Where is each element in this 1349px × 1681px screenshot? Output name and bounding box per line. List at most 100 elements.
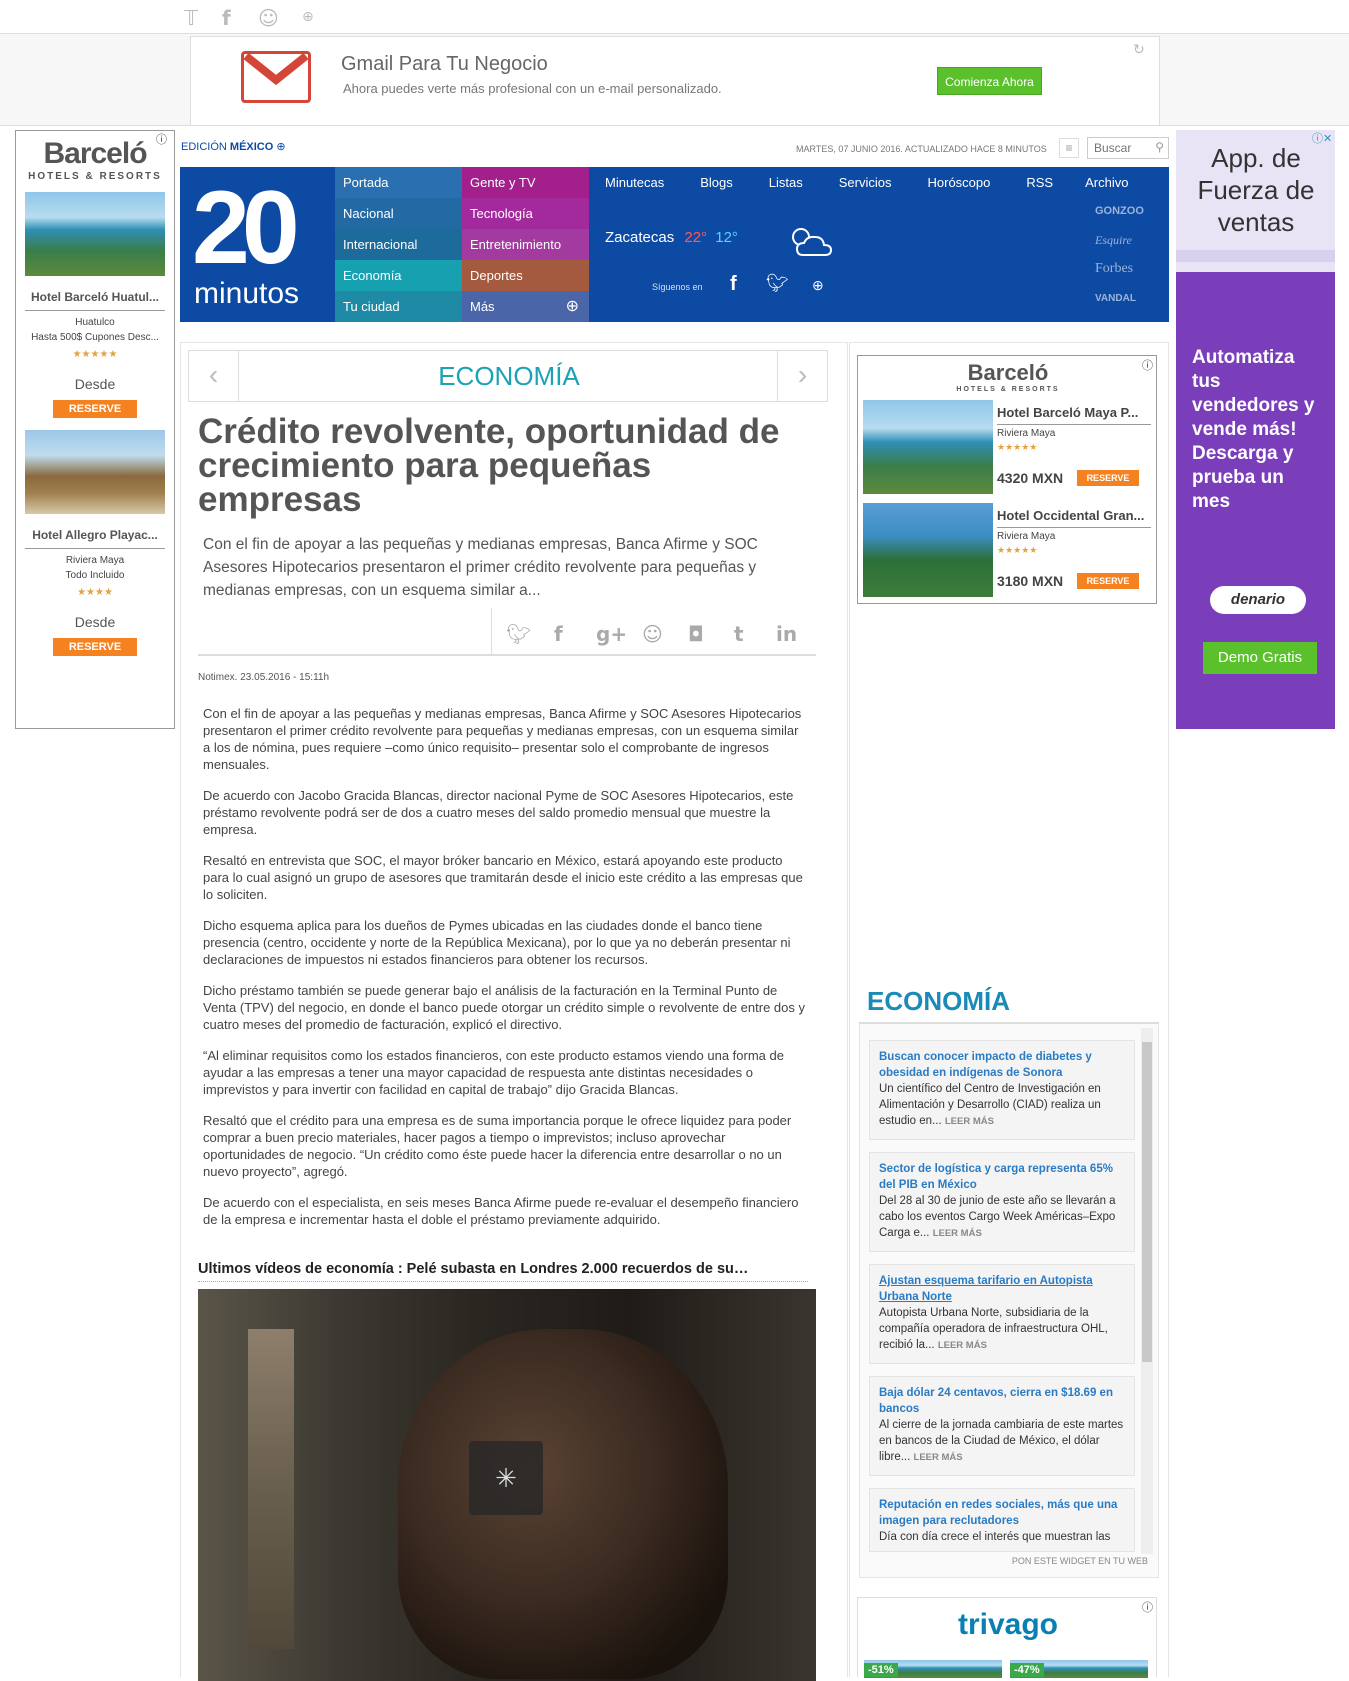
nav-horoscopo[interactable]: Horóscopo	[910, 167, 1009, 198]
right-denario-ad[interactable]: ⓘ✕ App. de Fuerza de ventas Automatiza t…	[1176, 130, 1335, 729]
hotel-photo[interactable]	[25, 430, 165, 514]
nav-column-2: Gente y TV Tecnología Entretenimiento De…	[462, 167, 589, 322]
pocket-share-icon[interactable]: ◘	[688, 622, 704, 646]
news-title[interactable]: Reputación en redes sociales, más que un…	[879, 1497, 1125, 1529]
hotel-photo[interactable]	[25, 192, 165, 276]
hotel-name[interactable]: Hotel Barceló Huatul...	[16, 290, 174, 304]
reserve-button[interactable]: RESERVE	[53, 638, 137, 656]
hotel-photo[interactable]	[863, 503, 993, 597]
demo-button[interactable]: Demo Gratis	[1203, 642, 1317, 674]
edition-selector[interactable]: EDICIÓN MÉXICO ⊕	[181, 140, 286, 153]
partner-forbes[interactable]: Forbes	[1095, 261, 1133, 277]
nav-item-portada[interactable]: Portada	[335, 167, 462, 198]
nav-item-entretenimiento[interactable]: Entretenimiento	[462, 229, 589, 260]
scrollbar-thumb[interactable]	[1142, 1042, 1152, 1362]
barcelo-logo: Barceló	[967, 360, 1049, 385]
search-icon[interactable]: ⚲	[1155, 140, 1164, 154]
nav-item-gente-tv[interactable]: Gente y TV	[462, 167, 589, 198]
nav-archivo[interactable]: Archivo	[1071, 167, 1142, 198]
news-item[interactable]: Buscan conocer impacto de diabetes y obe…	[869, 1040, 1135, 1140]
facebook-icon[interactable]: f	[222, 6, 231, 30]
article-byline: Notimex. 23.05.2016 - 15:11h	[198, 672, 330, 683]
nav-minutecas[interactable]: Minutecas	[589, 167, 682, 198]
plus-icon[interactable]: ⊕	[302, 9, 314, 25]
news-desc: Del 28 al 30 de junio de este año se lle…	[879, 1195, 1116, 1239]
widget-scrollbar[interactable]	[1141, 1028, 1153, 1554]
left-barcelo-ad[interactable]: ⓘ Barceló HOTELS & RESORTS Hotel Barceló…	[15, 130, 175, 729]
nav-listas[interactable]: Listas	[751, 167, 821, 198]
video-player[interactable]: ✳	[198, 1289, 816, 1681]
deal-photo[interactable]: -51%	[864, 1660, 1002, 1678]
prev-arrow-icon[interactable]: ‹	[189, 351, 239, 401]
refresh-icon[interactable]: ↻	[1133, 41, 1145, 58]
news-title[interactable]: Buscan conocer impacto de diabetes y obe…	[879, 1049, 1125, 1081]
trivago-ad[interactable]: ⓘ trivago -51% -47%	[857, 1597, 1157, 1678]
googleplus-share-icon[interactable]: g+	[596, 622, 627, 646]
news-item[interactable]: Reputación en redes sociales, más que un…	[869, 1488, 1135, 1552]
news-title[interactable]: Baja dólar 24 centavos, cierra en $18.69…	[879, 1385, 1125, 1417]
article-paragraph: “Al eliminar requisitos como los estados…	[203, 1048, 784, 1097]
section-title[interactable]: ECONOMÍA	[239, 351, 779, 401]
partner-vandal[interactable]: VANDAL	[1095, 293, 1136, 304]
nav-item-economia[interactable]: Economía	[335, 260, 462, 291]
article-paragraph: Resaltó que el crédito para una empresa …	[203, 1113, 792, 1179]
nav-item-nacional[interactable]: Nacional	[335, 198, 462, 229]
news-item[interactable]: Sector de logística y carga representa 6…	[869, 1152, 1135, 1252]
twitter-share-icon[interactable]: 🐦︎	[506, 622, 531, 646]
news-title[interactable]: Ajustan esquema tarifario en Autopista U…	[879, 1273, 1125, 1305]
facebook-share-icon[interactable]: f	[554, 622, 563, 646]
weather-city: Zacatecas	[605, 229, 675, 246]
nav-item-tu-ciudad[interactable]: Tu ciudad	[335, 291, 462, 322]
site-logo[interactable]: 20 minutos	[180, 167, 335, 322]
gmail-ad[interactable]: Gmail Para Tu Negocio Ahora puedes verte…	[190, 36, 1160, 126]
rss-icon[interactable]: ≡	[1059, 138, 1079, 158]
read-more-link[interactable]: LEER MÁS	[938, 1340, 987, 1351]
hotel-name[interactable]: Hotel Allegro Playac...	[16, 528, 174, 542]
next-arrow-icon[interactable]: ›	[777, 351, 827, 401]
sidebar-barcelo-ad[interactable]: ⓘ Barceló HOTELS & RESORTS Hotel Barceló…	[857, 355, 1157, 604]
hotel-name[interactable]: Hotel Barceló Maya P...	[997, 405, 1138, 420]
nav-servicios[interactable]: Servicios	[821, 167, 910, 198]
news-title[interactable]: Sector de logística y carga representa 6…	[879, 1161, 1125, 1193]
read-more-link[interactable]: LEER MÁS	[933, 1228, 982, 1239]
tumblr-share-icon[interactable]: t	[734, 622, 744, 646]
ad-body: Automatiza tus vendedores y vende más! D…	[1192, 347, 1315, 512]
search-input[interactable]	[1088, 138, 1148, 158]
logo-word: minutos	[194, 277, 300, 310]
partner-esquire[interactable]: Esquire	[1095, 233, 1132, 248]
reserve-button[interactable]: RESERVE	[1077, 470, 1139, 486]
reserve-button[interactable]: RESERVE	[53, 400, 137, 418]
news-item[interactable]: Ajustan esquema tarifario en Autopista U…	[869, 1264, 1135, 1364]
nav-rss[interactable]: RSS	[1008, 167, 1071, 198]
nav-item-internacional[interactable]: Internacional	[335, 229, 462, 260]
read-more-link[interactable]: LEER MÁS	[945, 1116, 994, 1127]
widget-footer-link[interactable]: PON ESTE WIDGET EN TU WEB	[858, 1556, 1158, 1566]
twitter-icon[interactable]: 𝕋	[184, 6, 198, 30]
ad-info-icon[interactable]: ⓘ	[156, 131, 167, 147]
hotel-name[interactable]: Hotel Occidental Gran...	[997, 508, 1144, 523]
nav-blogs[interactable]: Blogs	[682, 167, 751, 198]
nav-item-deportes[interactable]: Deportes	[462, 260, 589, 291]
widget-title[interactable]: ECONOMÍA	[867, 986, 1010, 1017]
weather-widget[interactable]: Zacatecas 22° 12°	[605, 229, 738, 246]
meneame-icon[interactable]: ☺	[258, 6, 279, 30]
article-title: Crédito revolvente, oportunidad de creci…	[198, 412, 780, 519]
hotel-photo[interactable]	[863, 400, 993, 494]
search-box[interactable]: ⚲	[1087, 137, 1169, 159]
read-more-link[interactable]: LEER MÁS	[914, 1452, 963, 1463]
loading-spinner-icon: ✳	[469, 1441, 543, 1515]
star-rating: ★★★★★	[997, 442, 1038, 452]
nav-item-mas[interactable]: Más ⊕	[462, 291, 589, 322]
partner-gonzoo[interactable]: GONZOO	[1095, 205, 1144, 217]
twitter-icon[interactable]: 🐦︎	[766, 273, 789, 294]
plus-icon[interactable]: ⊕	[812, 277, 824, 294]
deal-photo[interactable]: -47%	[1010, 1660, 1148, 1678]
facebook-icon[interactable]: f	[730, 273, 737, 296]
reserve-button[interactable]: RESERVE	[1077, 573, 1139, 589]
nav-item-tecnologia[interactable]: Tecnología	[462, 198, 589, 229]
news-item[interactable]: Baja dólar 24 centavos, cierra en $18.69…	[869, 1376, 1135, 1476]
gmail-ad-cta-button[interactable]: Comienza Ahora	[937, 67, 1042, 95]
meneame-share-icon[interactable]: ☺	[642, 622, 663, 646]
video-section-title[interactable]: Ultimos vídeos de economía : Pelé subast…	[198, 1261, 808, 1282]
linkedin-share-icon[interactable]: in	[776, 622, 797, 646]
